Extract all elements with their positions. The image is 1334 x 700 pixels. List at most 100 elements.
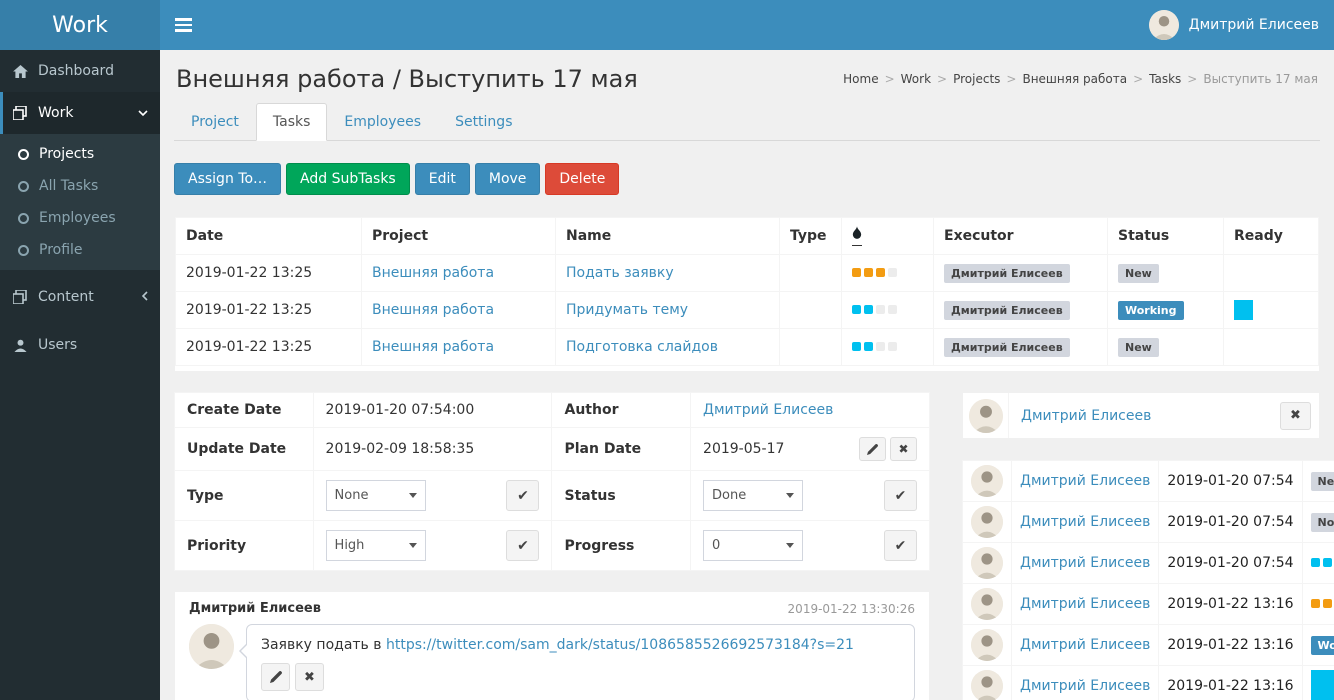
sidebar-item-label: Work [38, 105, 73, 121]
table-row[interactable]: 2019-01-22 13:25 Внешняя работа Подготов… [176, 329, 1319, 366]
status-select[interactable]: Done [703, 480, 803, 511]
priority-squares [852, 305, 897, 314]
plan-date-value: 2019-05-17 [703, 441, 784, 457]
clear-plan-date-button[interactable]: ✖ [890, 437, 917, 461]
task-name-link[interactable]: Придумать тему [566, 302, 688, 318]
sidebar-item-work[interactable]: Work [0, 92, 160, 134]
tab-tasks[interactable]: Tasks [256, 103, 328, 141]
top-navbar: Дмитрий Елисеев [160, 0, 1334, 50]
executor-name-link[interactable]: Дмитрий Елисеев [1021, 408, 1151, 424]
table-row[interactable]: 2019-01-22 13:25 Внешняя работа Подать з… [176, 255, 1319, 292]
sidebar-item-employees[interactable]: Employees [0, 202, 160, 234]
brand-logo[interactable]: Work [0, 0, 160, 50]
history-row: Дмитрий Елисеев 2019-01-22 13:16 Working [963, 625, 1334, 666]
history-date: 2019-01-20 07:54 [1159, 461, 1302, 502]
breadcrumb-projects[interactable]: Projects [953, 72, 1000, 86]
progress-select[interactable]: 0 [703, 530, 803, 561]
sidebar-toggle-icon[interactable] [175, 0, 215, 50]
remove-executor-button[interactable]: ✖ [1280, 402, 1311, 430]
create-date-value: 2019-01-20 07:54:00 [313, 393, 552, 428]
breadcrumb-tasks[interactable]: Tasks [1149, 72, 1181, 86]
move-button[interactable]: Move [475, 163, 541, 195]
task-name-link[interactable]: Подать заявку [566, 265, 674, 281]
add-subtasks-button[interactable]: Add SubTasks [286, 163, 410, 195]
breadcrumb-project-name[interactable]: Внешняя работа [1022, 72, 1127, 86]
priority-select[interactable]: High [326, 530, 426, 561]
history-user-link[interactable]: Дмитрий Елисеев [1020, 678, 1150, 694]
tab-settings[interactable]: Settings [438, 103, 529, 141]
user-menu[interactable]: Дмитрий Елисеев [1149, 10, 1319, 40]
priority-squares [852, 268, 897, 277]
breadcrumb: Home> Work> Projects> Внешняя работа> Ta… [843, 72, 1318, 86]
detail-label: Plan Date [552, 428, 691, 471]
apply-progress-button[interactable]: ✔ [884, 530, 917, 561]
chevron-left-icon [141, 289, 148, 305]
sidebar-item-all-tasks[interactable]: All Tasks [0, 170, 160, 202]
history-user-link[interactable]: Дмитрий Елисеев [1020, 596, 1150, 612]
status-badge: New [1118, 338, 1159, 357]
history-avatar [971, 465, 1003, 497]
edit-button[interactable]: Edit [415, 163, 470, 195]
sidebar-item-dashboard[interactable]: Dashboard [0, 50, 160, 92]
sidebar-item-content[interactable]: Content [0, 276, 160, 318]
project-link[interactable]: Внешняя работа [372, 339, 494, 355]
history-user-link[interactable]: Дмитрий Елисеев [1020, 555, 1150, 571]
sidebar-item-label: Dashboard [38, 63, 114, 79]
brand-text: Work [52, 13, 108, 38]
history-row: Дмитрий Елисеев 2019-01-22 13:16 [963, 666, 1334, 700]
delete-button[interactable]: Delete [545, 163, 619, 195]
assign-to-button[interactable]: Assign To… [174, 163, 281, 195]
flame-icon[interactable] [852, 226, 862, 246]
project-link[interactable]: Внешняя работа [372, 265, 494, 281]
sidebar-item-users[interactable]: Users [0, 324, 160, 366]
history-row: Дмитрий Елисеев 2019-01-20 07:54 New [963, 461, 1334, 502]
type-select[interactable]: None [326, 480, 426, 511]
history-user-link[interactable]: Дмитрий Елисеев [1020, 473, 1150, 489]
history-user-link[interactable]: Дмитрий Елисеев [1020, 514, 1150, 530]
table-row[interactable]: 2019-01-22 13:25 Внешняя работа Придумат… [176, 292, 1319, 329]
progress-select-value: 0 [712, 538, 720, 553]
col-header-status: Status [1108, 218, 1224, 255]
tasks-table-wrap: Date Project Name Type Executor Status R… [174, 216, 1320, 372]
apply-type-button[interactable]: ✔ [506, 480, 539, 511]
breadcrumb-current: Выступить 17 мая [1203, 72, 1318, 86]
circle-icon [18, 245, 29, 256]
task-toolbar: Assign To… Add SubTasks Edit Move Delete [174, 163, 1320, 195]
history-date: 2019-01-20 07:54 [1159, 502, 1302, 543]
comment-timestamp: 2019-01-22 13:30:26 [788, 602, 915, 616]
circle-icon [18, 149, 29, 160]
tab-project[interactable]: Project [174, 103, 256, 141]
history-user-link[interactable]: Дмитрий Елисеев [1020, 637, 1150, 653]
history-row: Дмитрий Елисеев 2019-01-20 07:54 None [963, 502, 1334, 543]
history-status-badge: New [1311, 472, 1334, 491]
col-header-name: Name [556, 218, 780, 255]
edit-comment-button[interactable] [261, 663, 290, 691]
work-submenu: Projects All Tasks Employees Profile [0, 134, 160, 270]
circle-icon [18, 181, 29, 192]
delete-comment-button[interactable]: ✖ [295, 663, 324, 691]
comment-link[interactable]: https://twitter.com/sam_dark/status/1086… [386, 637, 854, 653]
author-link[interactable]: Дмитрий Елисеев [703, 402, 833, 418]
history-avatar [971, 670, 1003, 700]
sidebar-item-profile[interactable]: Profile [0, 234, 160, 266]
tab-bar: Project Tasks Employees Settings [174, 103, 1320, 141]
sidebar-item-projects[interactable]: Projects [0, 138, 160, 170]
user-avatar [1149, 10, 1179, 40]
main-content: Внешняя работа / Выступить 17 мая Home> … [160, 50, 1334, 700]
apply-status-button[interactable]: ✔ [884, 480, 917, 511]
breadcrumb-home[interactable]: Home [843, 72, 878, 86]
tab-employees[interactable]: Employees [327, 103, 438, 141]
task-name-link[interactable]: Подготовка слайдов [566, 339, 718, 355]
files-icon [12, 289, 28, 305]
history-row: Дмитрий Елисеев 2019-01-22 13:16 [963, 584, 1334, 625]
history-priority-squares [1311, 599, 1334, 608]
breadcrumb-work[interactable]: Work [901, 72, 931, 86]
task-type [780, 255, 842, 292]
edit-plan-date-button[interactable] [859, 437, 886, 461]
project-link[interactable]: Внешняя работа [372, 302, 494, 318]
executor-avatar [969, 399, 1003, 433]
apply-priority-button[interactable]: ✔ [506, 530, 539, 561]
history-date: 2019-01-22 13:16 [1159, 625, 1302, 666]
detail-label: Author [552, 393, 691, 428]
history-date: 2019-01-22 13:16 [1159, 666, 1302, 700]
